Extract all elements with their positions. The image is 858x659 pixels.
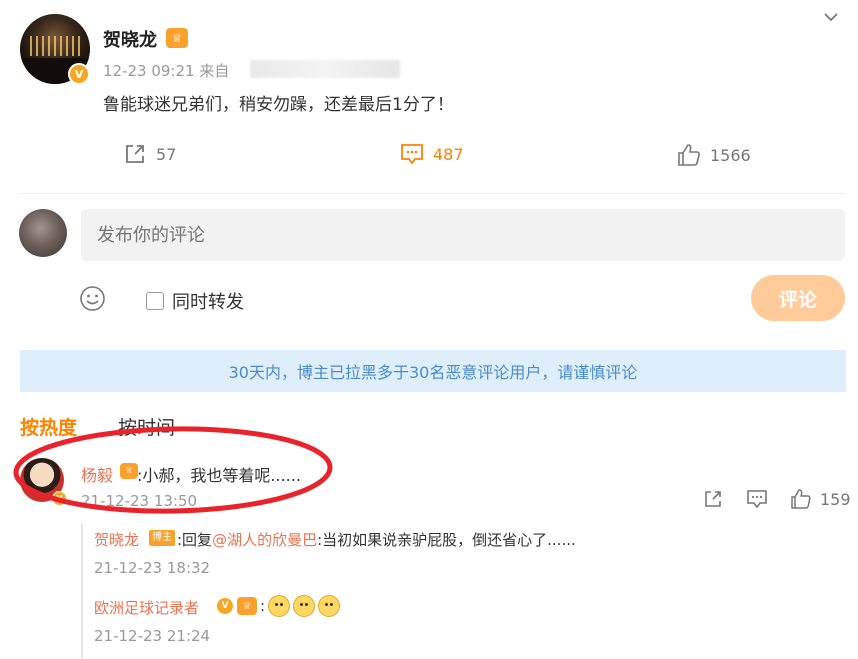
like-count: 1566 — [710, 145, 751, 165]
current-user-avatar[interactable] — [19, 209, 67, 257]
reply-colon: : — [260, 597, 266, 615]
comment-actions: 159 — [702, 488, 851, 510]
thumbs-up-icon — [791, 489, 811, 509]
commenter-name[interactable]: 杨毅 — [81, 462, 113, 486]
checkbox-icon[interactable] — [146, 292, 164, 310]
reply-text: :回复@湖人的欣曼巴:当初如果说亲驴屁股，倒还省心了...... — [177, 529, 576, 550]
crown-badge-icon: ♕ — [120, 463, 138, 479]
comment-like-count: 159 — [820, 489, 851, 509]
crown-badge-icon: ♕ — [166, 28, 188, 48]
like-button[interactable]: 1566 — [676, 142, 751, 168]
reply-badges: V ♕ : — [216, 595, 341, 617]
comment-text: :小郝，我也等着呢...... — [137, 466, 301, 485]
reply-author[interactable]: 贺晓龙 — [94, 529, 139, 550]
comment-button[interactable]: 487 — [399, 141, 464, 167]
post-meta: 12-23 09:21 来自 — [103, 60, 229, 81]
post-source-prefix: 来自 — [199, 62, 230, 80]
verified-badge-icon: V — [68, 63, 90, 85]
reply-mention-link[interactable]: @湖人的欣曼巴 — [212, 531, 317, 549]
share-count: 57 — [156, 144, 177, 164]
tab-sort-hot[interactable]: 按热度 — [20, 413, 77, 440]
divider — [20, 193, 846, 194]
post-body: 鲁能球迷兄弟们，稍安勿躁，还差最后1分了！ — [103, 95, 454, 115]
blocked-users-notice: 30天内，博主已拉黑多于30名恶意评论用户，请谨慎评论 — [20, 350, 846, 392]
emoji-icon[interactable] — [79, 285, 106, 312]
verified-badge-icon: V — [52, 491, 67, 506]
author-name[interactable]: 贺晓龙 — [103, 26, 157, 52]
tab-sort-time[interactable]: 按时间 — [118, 413, 175, 440]
reply-author[interactable]: 欧洲足球记录者 — [94, 597, 199, 618]
crown-badge-icon: ♕ — [237, 597, 257, 615]
comment-input[interactable] — [81, 209, 845, 261]
share-icon[interactable] — [702, 488, 724, 510]
doge-emoji-icon — [318, 595, 341, 617]
doge-emoji-icon — [268, 595, 291, 617]
submit-comment-button[interactable]: 评论 — [751, 275, 845, 321]
reply-time: 21-12-23 21:24 — [94, 627, 211, 645]
reply-body: :当初如果说亲驴屁股，倒还省心了...... — [317, 531, 576, 549]
post-source-redacted — [250, 60, 400, 78]
comment-icon[interactable] — [746, 488, 768, 510]
comment-icon — [401, 144, 423, 165]
repost-label: 同时转发 — [172, 292, 244, 313]
share-icon — [126, 145, 144, 163]
comment-count: 487 — [433, 144, 464, 164]
repost-checkbox[interactable]: 同时转发 — [146, 288, 244, 314]
comment-like-button[interactable]: 159 — [790, 488, 851, 510]
blogger-tag: 博主 — [149, 530, 175, 546]
verified-badge-icon: V — [216, 597, 234, 615]
reply-time: 21-12-23 18:32 — [94, 559, 211, 577]
post-timestamp: 12-23 09:21 — [103, 62, 195, 80]
reply-prefix: :回复 — [177, 531, 213, 549]
doge-emoji-icon — [293, 595, 316, 617]
reply-thread-line — [81, 524, 83, 659]
share-button[interactable]: 57 — [122, 141, 176, 167]
comment-time: 21-12-23 13:50 — [81, 492, 198, 510]
chevron-down-icon[interactable] — [822, 8, 840, 26]
thumbs-up-icon — [678, 144, 700, 166]
